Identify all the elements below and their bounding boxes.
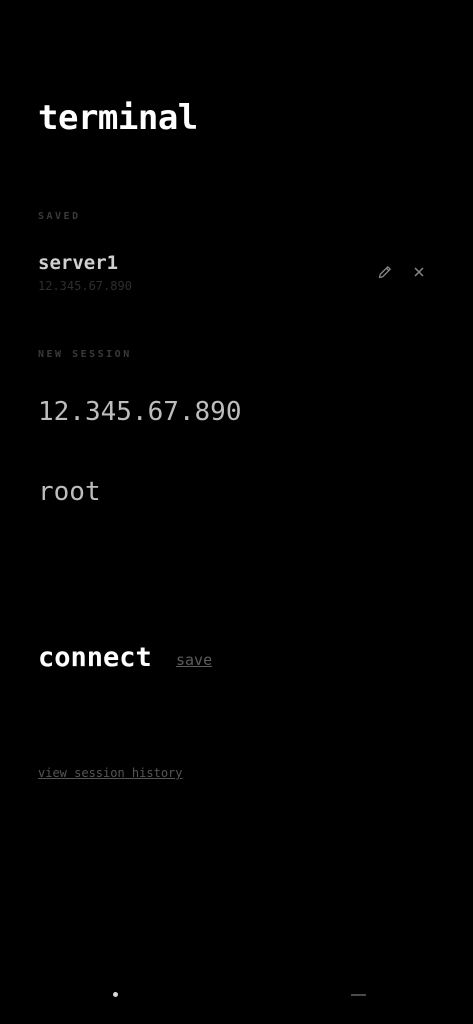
save-link[interactable]: save (176, 651, 212, 669)
saved-session-name: server1 (38, 252, 119, 274)
pencil-icon (378, 266, 391, 279)
username-input[interactable] (38, 474, 436, 510)
saved-session-host: 12.345.67.890 (38, 279, 132, 293)
connect-button[interactable]: connect (38, 642, 152, 673)
nav-indicator-dash (351, 994, 366, 996)
saved-session-item[interactable]: server1 12.345.67.890 (38, 252, 436, 296)
host-input[interactable] (38, 394, 436, 430)
saved-section-label: SAVED (38, 211, 81, 222)
close-icon (414, 267, 424, 277)
delete-button[interactable] (409, 262, 429, 282)
view-session-history-link[interactable]: view session history (38, 766, 183, 780)
page-title: terminal (38, 98, 198, 138)
edit-button[interactable] (375, 262, 395, 282)
new-session-section-label: NEW SESSION (38, 349, 132, 360)
nav-indicator-dot (113, 992, 118, 997)
